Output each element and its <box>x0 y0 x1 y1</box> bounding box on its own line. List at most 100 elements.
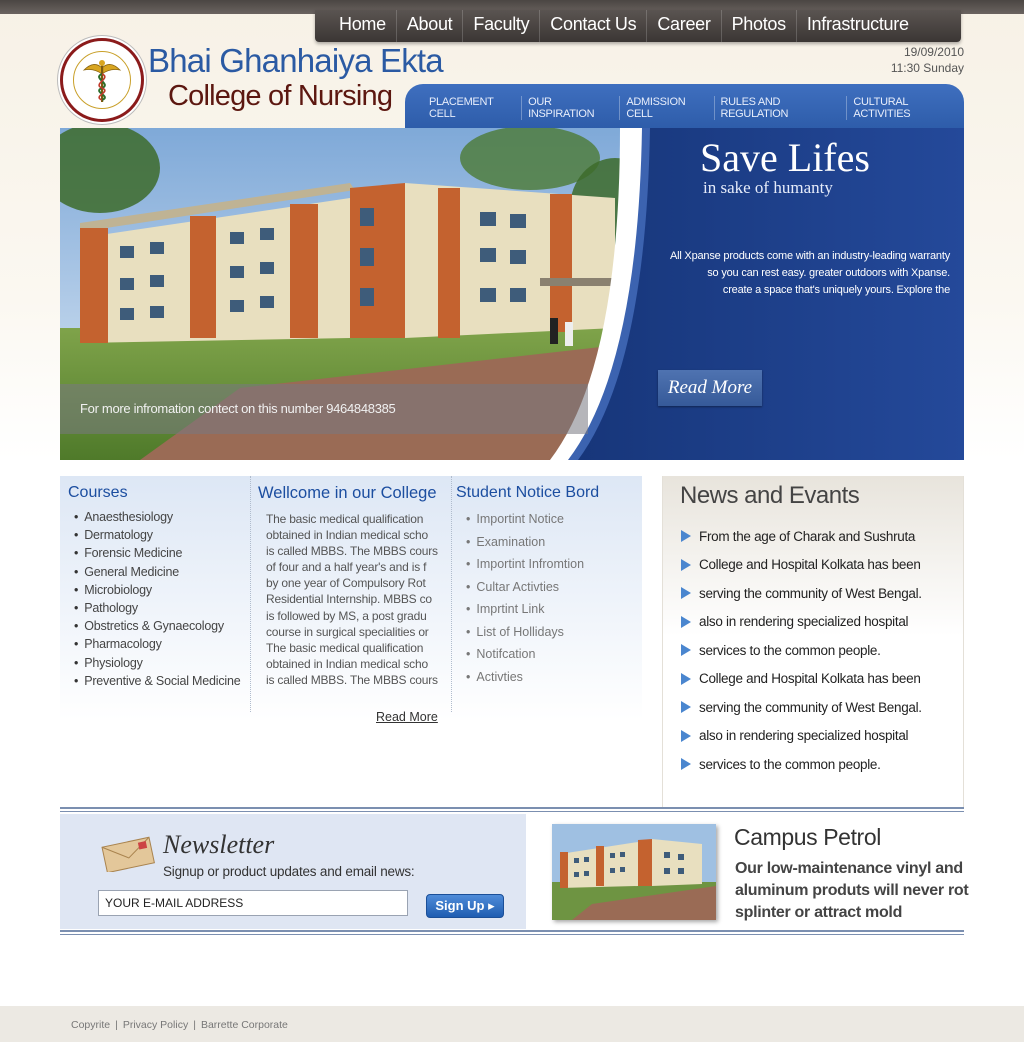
subnav-placement-cell[interactable]: PLACEMENT CELL <box>423 96 523 120</box>
news-item[interactable]: serving the community of West Bengal. <box>681 579 963 608</box>
course-item[interactable]: Preventive & Social Medicine <box>74 672 250 690</box>
hero-read-more-button[interactable]: Read More <box>658 370 762 406</box>
news-item[interactable]: services to the common people. <box>681 636 963 665</box>
campus-text-line: aluminum produts will never rot <box>735 882 969 899</box>
news-item[interactable]: also in rendering specialized hospital <box>681 722 963 751</box>
course-item[interactable]: Anaesthesiology <box>74 508 250 526</box>
current-date: 19/09/2010 <box>903 45 964 59</box>
subnav-cultural-activities[interactable]: CULTURAL ACTIVITIES <box>847 96 964 120</box>
notice-item[interactable]: List of Hollidays <box>466 621 642 644</box>
hero-text-line: All Xpanse products come with an industr… <box>669 250 950 262</box>
course-item[interactable]: Physiology <box>74 654 250 672</box>
hero-text: All Xpanse products come with an industr… <box>660 248 950 299</box>
welcome-line: obtained in Indian medical scho <box>266 528 428 543</box>
divider <box>60 934 964 935</box>
email-input[interactable] <box>98 890 408 916</box>
footer-link-barrette-corporate[interactable]: Barrette Corporate <box>201 1019 288 1031</box>
campus-title: Campus Petrol <box>734 824 881 850</box>
campus-photo[interactable] <box>552 824 716 920</box>
welcome-line: is followed by MS, a post gradu <box>266 608 427 623</box>
nav-contact-us[interactable]: Contact Us <box>540 10 648 42</box>
hero-text-line: so you can rest easy. greater outdoors w… <box>707 267 950 279</box>
newsletter-title: Newsletter <box>163 830 275 859</box>
info-columns: Courses Anaesthesiology Dermatology Fore… <box>60 476 642 724</box>
footer: Copyrite | Privacy Policy | Barrette Corpora… <box>0 1006 1024 1042</box>
welcome-line: The basic medical qualification <box>266 640 424 655</box>
course-item[interactable]: Pathology <box>74 599 250 617</box>
nav-career[interactable]: Career <box>647 10 722 42</box>
news-item-text: From the age of Charak and Sushruta <box>699 528 916 544</box>
nav-about[interactable]: About <box>397 10 464 42</box>
course-item[interactable]: General Medicine <box>74 563 250 581</box>
footer-link-copyright[interactable]: Copyrite <box>71 1019 110 1031</box>
welcome-line: The basic medical qualification <box>266 512 424 526</box>
notice-item[interactable]: Importint Notice <box>466 508 642 531</box>
campus-building-image <box>552 824 716 920</box>
notice-item[interactable]: Examination <box>466 531 642 554</box>
envelope-icon <box>101 836 155 872</box>
newsletter-subtitle: Signup or product updates and email news… <box>163 864 415 879</box>
notice-column: Student Notice Bord Importint Notice Exa… <box>451 476 642 712</box>
subnav-admission-cell[interactable]: ADMISSION CELL <box>620 96 715 120</box>
news-item-text: also in rendering specialized hospital <box>699 614 909 630</box>
subnav-our-inspiration[interactable]: OUR INSPIRATION <box>522 96 621 120</box>
news-item[interactable]: serving the community of West Bengal. <box>681 693 963 722</box>
courses-heading: Courses <box>68 484 128 501</box>
triangle-bullet-icon <box>681 729 691 742</box>
divider <box>60 811 964 812</box>
nav-photos[interactable]: Photos <box>722 10 797 42</box>
welcome-line: of four and a half year's and is f <box>266 560 427 575</box>
nav-faculty[interactable]: Faculty <box>463 10 541 42</box>
course-item[interactable]: Microbiology <box>74 581 250 599</box>
notice-item[interactable]: Imprtint Link <box>466 598 642 621</box>
triangle-bullet-icon <box>681 615 691 628</box>
footer-link-privacy-policy[interactable]: Privacy Policy <box>123 1019 188 1031</box>
welcome-read-more-link[interactable]: Read More <box>376 710 438 724</box>
notice-list: Importint Notice Examination Importint I… <box>452 502 642 688</box>
notice-item[interactable]: Notifcation <box>466 643 642 666</box>
news-item-text: services to the common people. <box>699 756 881 772</box>
news-item-text: College and Hospital Kolkata has been <box>699 671 921 687</box>
date-time: 19/09/2010 11:30 Sunday <box>891 44 964 76</box>
courses-column: Courses Anaesthesiology Dermatology Fore… <box>60 476 250 712</box>
contact-info-bar: For more infromation contect on this num… <box>60 384 588 434</box>
news-item[interactable]: services to the common people. <box>681 750 963 779</box>
divider <box>60 807 964 809</box>
news-list: From the age of Charak and Sushruta Coll… <box>663 510 963 779</box>
college-title-line2: College of Nursing <box>168 80 393 112</box>
subnav-rules-and-regulation[interactable]: RULES AND REGULATION <box>715 96 848 120</box>
sub-nav: PLACEMENT CELL OUR INSPIRATION ADMISSION… <box>405 84 964 130</box>
news-item[interactable]: College and Hospital Kolkata has been <box>681 551 963 580</box>
notice-item[interactable]: Importint Infromtion <box>466 553 642 576</box>
course-item[interactable]: Obstretics & Gynaecology <box>74 617 250 635</box>
triangle-bullet-icon <box>681 530 691 543</box>
sign-up-button[interactable]: Sign Up ▸ <box>426 894 504 918</box>
news-item[interactable]: also in rendering specialized hospital <box>681 608 963 637</box>
course-item[interactable]: Dermatology <box>74 526 250 544</box>
news-item-text: serving the community of West Bengal. <box>699 699 922 715</box>
hero-banner: Save Lifes in sake of humanty All Xpanse… <box>60 128 964 460</box>
nav-home[interactable]: Home <box>329 10 397 42</box>
campus-text: Our low-maintenance vinyl and aluminum p… <box>735 858 969 924</box>
triangle-bullet-icon <box>681 644 691 657</box>
notice-item[interactable]: Activties <box>466 666 642 689</box>
divider <box>60 930 964 932</box>
triangle-bullet-icon <box>681 558 691 571</box>
course-item[interactable]: Pharmacology <box>74 635 250 653</box>
hero-text-line: create a space that's uniquely yours. Ex… <box>722 284 950 296</box>
nav-infrastructure[interactable]: Infrastructure <box>797 10 919 42</box>
welcome-text: The basic medical qualification obtained… <box>251 503 447 688</box>
news-item[interactable]: College and Hospital Kolkata has been <box>681 665 963 694</box>
news-item[interactable]: From the age of Charak and Sushruta <box>681 522 963 551</box>
news-item-text: College and Hospital Kolkata has been <box>699 557 921 573</box>
course-item[interactable]: Forensic Medicine <box>74 544 250 562</box>
college-seal-logo[interactable] <box>60 38 144 122</box>
top-nav: Home About Faculty Contact Us Career Pho… <box>315 10 961 42</box>
welcome-line: is called MBBS. The MBBS cours <box>266 544 438 559</box>
current-time-day: 11:30 Sunday <box>890 61 964 75</box>
campus-text-line: Our low-maintenance vinyl and <box>735 860 963 877</box>
notice-item[interactable]: Cultar Activties <box>466 576 642 599</box>
notice-heading: Student Notice Bord <box>456 484 600 501</box>
courses-list: Anaesthesiology Dermatology Forensic Med… <box>60 502 250 690</box>
news-item-text: also in rendering specialized hospital <box>699 728 909 744</box>
